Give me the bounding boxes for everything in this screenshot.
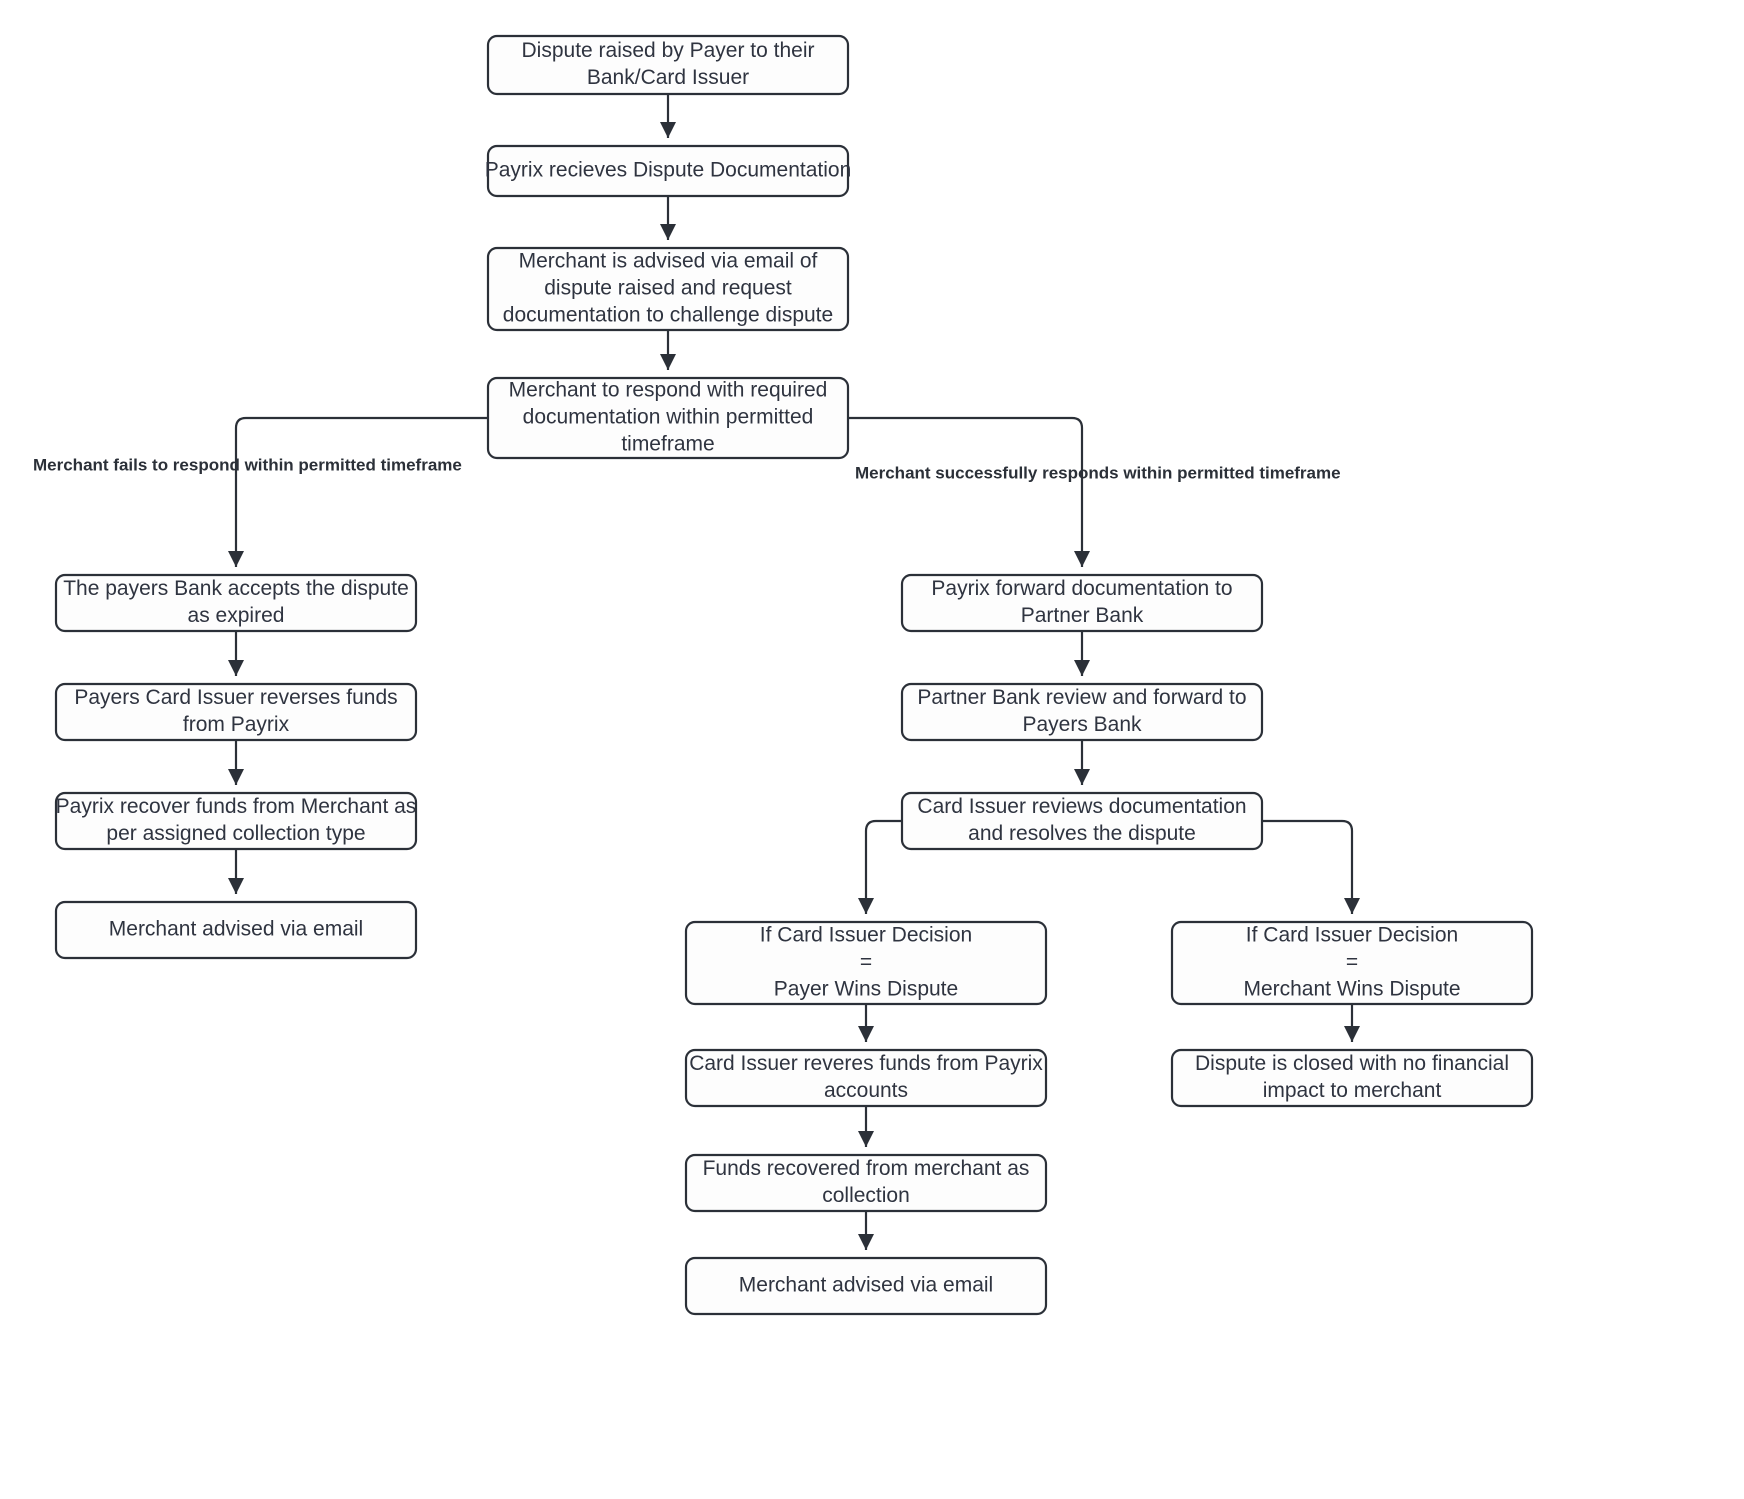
flow-node-label: Merchant advised via email [739,1274,993,1297]
flow-node-label: accounts [824,1079,908,1102]
flow-node[interactable]: Card Issuer reviews documentation and res… [900,791,1264,851]
flow-node-label: as expired [188,604,285,627]
flow-node[interactable]: Merchant to respond with required documen… [486,376,850,460]
arrowhead-icon [1074,660,1090,676]
flow-node-label: Payrix forward documentation to [931,577,1232,600]
flow-node-label: Partner Bank [1021,604,1144,627]
arrowhead-icon [858,1131,874,1147]
arrowhead-icon [228,769,244,785]
flow-node-label: Payrix recieves Dispute Documentation [485,159,852,182]
flow-node[interactable]: Payrix recover funds from Merchant as per… [54,791,418,851]
flow-node-label: from Payrix [183,713,290,736]
flow-edge-label: Merchant successfully responds within pe… [855,463,1341,482]
flow-node[interactable]: Partner Bank review and forward to Payers… [900,682,1264,742]
flow-node[interactable]: Merchant advised via email [684,1256,1048,1316]
flow-node-label: documentation to challenge dispute [503,304,833,327]
flow-node-label: impact to merchant [1263,1079,1442,1102]
flow-node-label: Payers Bank [1022,713,1142,736]
flow-node-label: Merchant advised via email [109,918,363,941]
flowchart-canvas: Dispute raised by Payer to their Bank/Car… [0,0,1744,1499]
flow-node[interactable]: Dispute raised by Payer to their Bank/Car… [486,34,850,96]
flow-node-label: Payrix recover funds from Merchant as [56,795,417,818]
arrowhead-icon [228,660,244,676]
flow-node[interactable]: Payers Card Issuer reverses funds from Pa… [54,682,418,742]
nodes-layer: Dispute raised by Payer to their Bank/Car… [54,34,1534,1316]
flow-edge [234,416,488,567]
flow-node[interactable]: Merchant is advised via email of dispute … [486,246,850,332]
flow-node-label: Funds recovered from merchant as [703,1157,1030,1180]
edge-labels-layer: Merchant fails to respond within permitt… [33,455,1341,482]
flow-node-label: timeframe [621,433,714,456]
flow-edge [1262,819,1354,914]
arrowhead-icon [1344,898,1360,914]
flow-node-label: Payer Wins Dispute [774,978,958,1001]
dispute-flow-diagram: Dispute raised by Payer to their Bank/Car… [33,34,1534,1316]
flow-node-label: If Card Issuer Decision [760,924,972,947]
arrowhead-icon [660,122,676,138]
arrowhead-icon [228,878,244,894]
flow-node[interactable]: If Card Issuer Decision = Merchant Wins Di… [1170,920,1534,1006]
flow-node-label: If Card Issuer Decision [1246,924,1458,947]
flow-node-label: Dispute is closed with no financial [1195,1052,1509,1075]
arrowhead-icon [660,224,676,240]
flow-node[interactable]: Card Issuer reveres funds from Payrix acc… [684,1048,1048,1108]
flow-node[interactable]: If Card Issuer Decision = Payer Wins Dispu… [684,920,1048,1006]
arrowhead-icon [858,1026,874,1042]
flow-node[interactable]: Merchant advised via email [54,900,418,960]
arrowhead-icon [660,354,676,370]
flow-node-label: Merchant is advised via email of [519,250,818,273]
flow-node-label: Dispute raised by Payer to their [522,39,815,62]
flow-node[interactable]: Payrix forward documentation to Partner B… [900,573,1264,633]
flow-node-label: documentation within permitted [523,406,814,429]
arrowhead-icon [1074,769,1090,785]
flow-node-label: collection [822,1184,910,1207]
flow-node-label: Payers Card Issuer reverses funds [74,686,397,709]
flow-node-label: The payers Bank accepts the dispute [63,577,409,600]
flow-node[interactable]: The payers Bank accepts the dispute as ex… [54,573,418,633]
flow-node-label: Merchant Wins Dispute [1243,978,1460,1001]
arrowhead-icon [1344,1026,1360,1042]
flow-node-label: Card Issuer reveres funds from Payrix [689,1052,1043,1075]
flow-node-label: Merchant to respond with required [509,379,828,402]
flow-node-label: Bank/Card Issuer [587,66,749,89]
flow-node-label: Card Issuer reviews documentation [917,795,1246,818]
flow-node-label: = [860,951,872,974]
flow-node-label: and resolves the dispute [968,822,1196,845]
flow-node[interactable]: Payrix recieves Dispute Documentation [485,144,852,198]
arrowhead-icon [858,898,874,914]
arrowhead-icon [858,1234,874,1250]
flow-node-label: Partner Bank review and forward to [917,686,1246,709]
flow-edge-label: Merchant fails to respond within permitt… [33,455,462,474]
flow-node-label: per assigned collection type [106,822,365,845]
flow-node-label: = [1346,951,1358,974]
flow-edge [848,416,1084,567]
flow-node[interactable]: Funds recovered from merchant as collecti… [684,1153,1048,1213]
flow-node[interactable]: Dispute is closed with no financial impac… [1170,1048,1534,1108]
arrowhead-icon [228,551,244,567]
arrowhead-icon [1074,551,1090,567]
flow-node-label: dispute raised and request [544,277,792,300]
